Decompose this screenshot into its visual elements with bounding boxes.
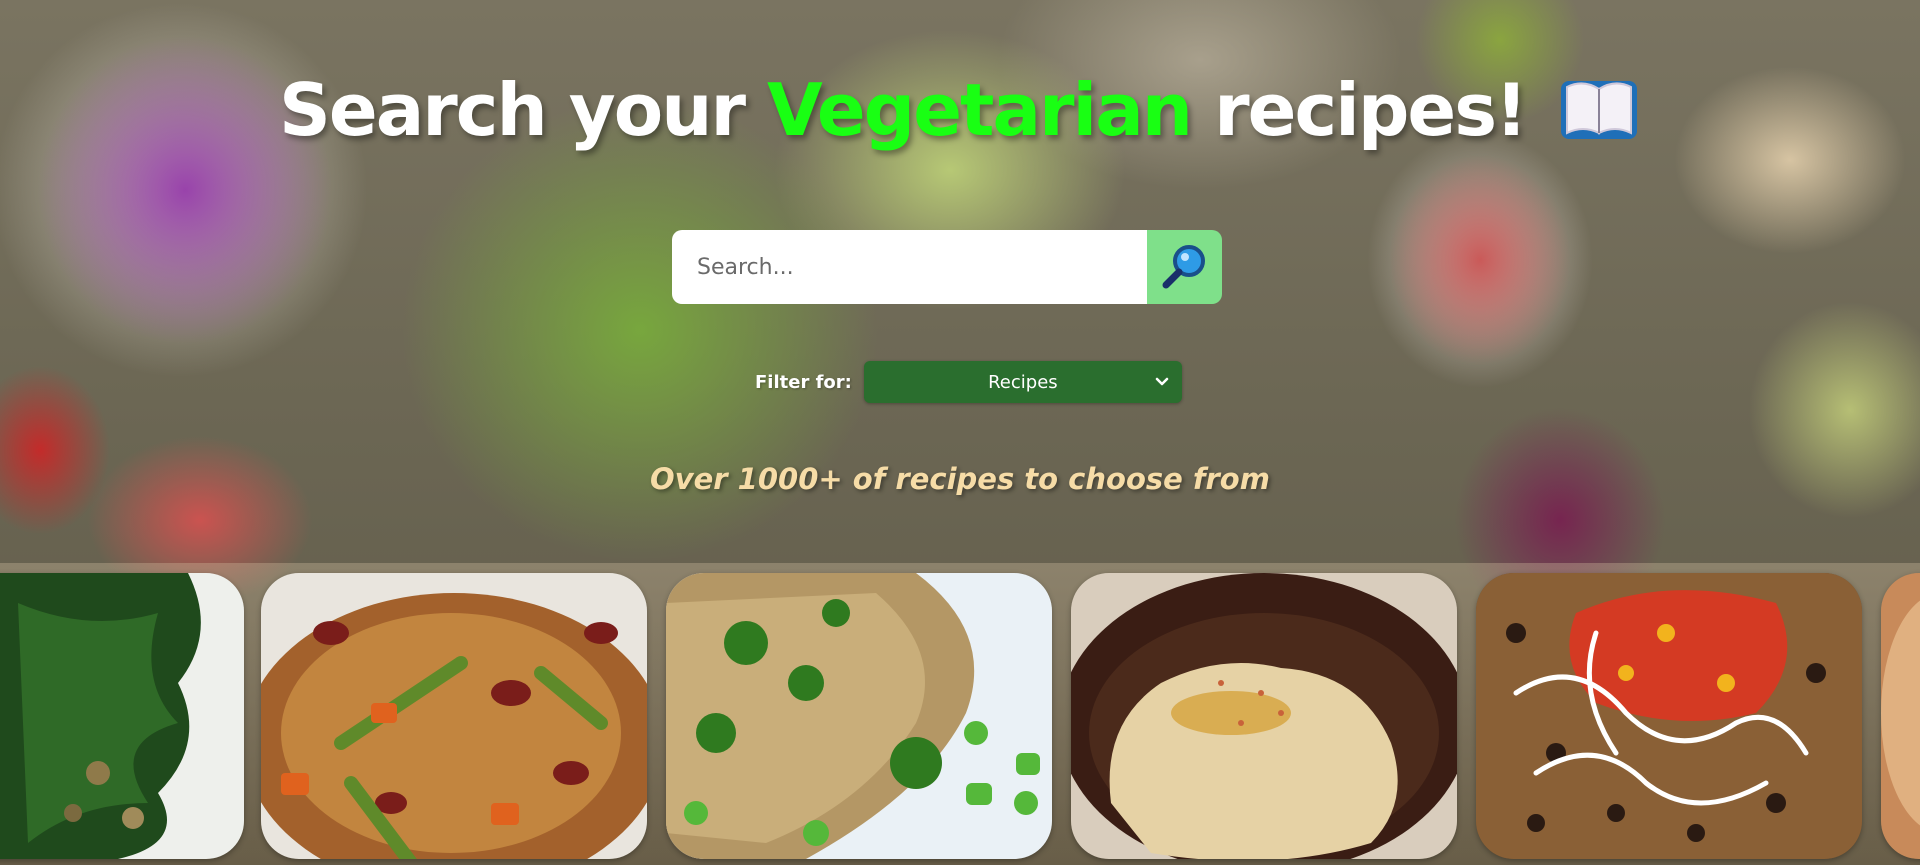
filter-row: Filter for: Recipes (755, 361, 1182, 403)
recipe-image (261, 573, 647, 859)
search-bar (672, 230, 1222, 304)
page-title: Search your Vegetarian recipes! (0, 68, 1920, 152)
recipe-image (666, 573, 1052, 859)
recipe-image (1071, 573, 1457, 859)
chevron-down-icon (1152, 372, 1172, 397)
open-book-icon (1557, 73, 1641, 145)
filter-selected-value: Recipes (988, 371, 1058, 393)
recipe-card[interactable] (1476, 573, 1862, 859)
filter-label: Filter for: (755, 371, 852, 393)
title-accent-text: Vegetarian (767, 68, 1193, 152)
hero-section: Search your Vegetarian recipes! Filter f… (0, 0, 1920, 560)
recipe-card[interactable] (1071, 573, 1457, 859)
recipe-image (0, 573, 244, 859)
filter-select[interactable]: Recipes (863, 361, 1182, 403)
recipe-card[interactable] (0, 573, 244, 859)
recipe-card[interactable] (1881, 573, 1920, 859)
recipe-carousel (0, 563, 1920, 865)
recipe-image (1881, 573, 1920, 859)
title-text-end: recipes! (1191, 68, 1528, 152)
recipe-card[interactable] (261, 573, 647, 859)
search-input[interactable] (672, 230, 1147, 304)
recipe-card[interactable] (666, 573, 1052, 859)
title-text-start: Search your (279, 68, 768, 152)
recipe-image (1476, 573, 1862, 859)
tagline: Over 1000+ of recipes to choose from (650, 462, 1270, 496)
search-button[interactable] (1147, 230, 1222, 304)
magnifying-glass-icon (1160, 241, 1210, 294)
